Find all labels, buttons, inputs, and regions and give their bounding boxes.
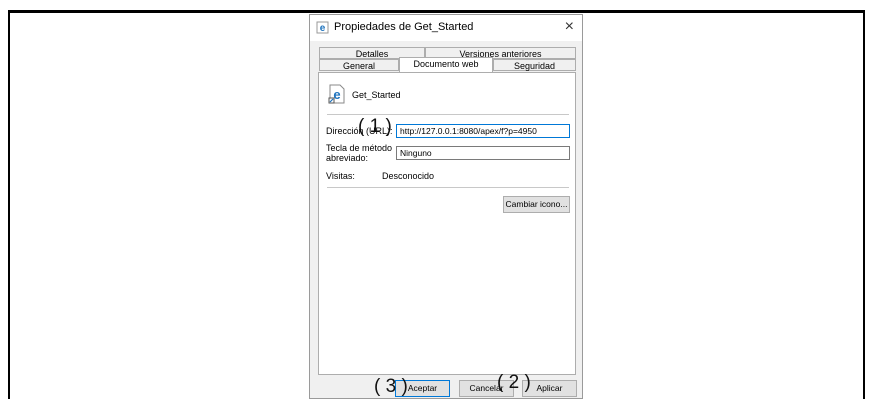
documento-web-panel: e Get_Started Dirección (URL): http://12… xyxy=(318,72,576,375)
callout-2: ( 2 ) xyxy=(497,372,531,393)
svg-text:e: e xyxy=(320,23,326,34)
separator xyxy=(327,187,569,188)
dialog-title: Propiedades de Get_Started xyxy=(334,21,474,33)
title-bar[interactable]: e Propiedades de Get_Started × xyxy=(310,15,582,41)
close-button[interactable]: × xyxy=(565,18,574,36)
url-input[interactable]: http://127.0.0.1:8080/apex/f?p=4950 xyxy=(396,124,570,138)
visits-value: Desconocido xyxy=(382,171,435,181)
visits-label: Visitas: xyxy=(326,171,355,181)
callout-3: ( 3 ) xyxy=(374,376,408,397)
change-icon-button[interactable]: Cambiar icono... xyxy=(503,196,570,213)
internet-shortcut-icon: e xyxy=(328,84,345,104)
shortcut-key-input[interactable]: Ninguno xyxy=(396,146,570,160)
shortcut-label-line2: abreviado: xyxy=(326,153,369,163)
tab-seguridad[interactable]: Seguridad xyxy=(493,59,576,71)
tab-general[interactable]: General xyxy=(319,59,399,71)
tab-documento-web[interactable]: Documento web xyxy=(399,57,493,72)
callout-1: ( 1 ) xyxy=(358,116,392,137)
separator xyxy=(327,114,569,115)
properties-dialog: e Propiedades de Get_Started × Detalles … xyxy=(309,14,583,399)
file-name: Get_Started xyxy=(352,90,401,100)
internet-shortcut-icon: e xyxy=(316,21,329,34)
